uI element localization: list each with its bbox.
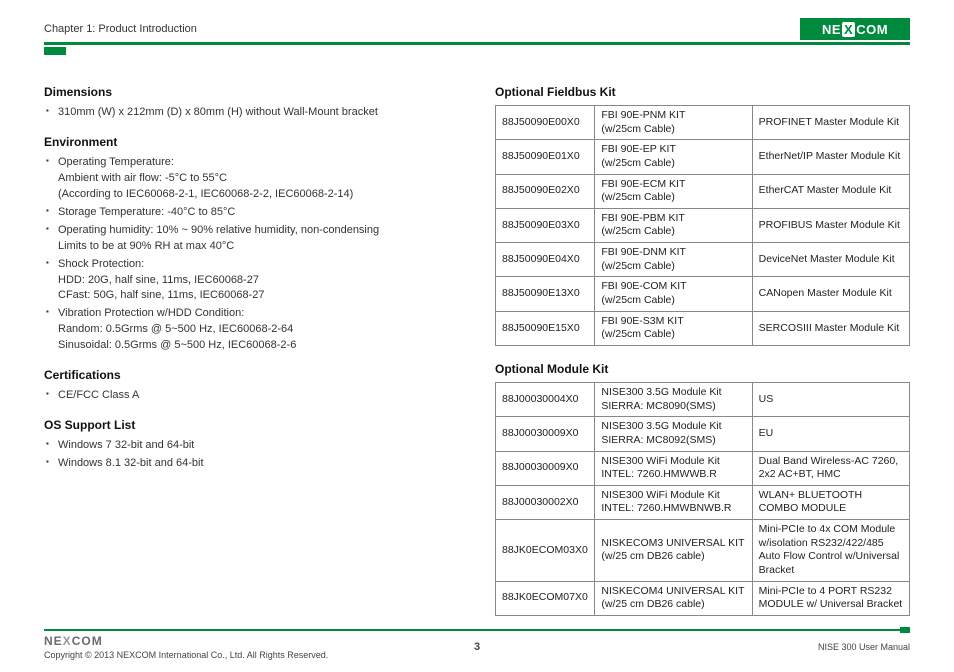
footer-row: NEXCOM Copyright © 2013 NEXCOM Internati… (44, 634, 910, 660)
table-cell: NISKECOM4 UNIVERSAL KIT (w/25 cm DB26 ca… (595, 581, 752, 615)
os-list: Windows 7 32-bit and 64-bit Windows 8.1 3… (44, 438, 459, 472)
header-divider (44, 42, 910, 45)
nexcom-logo-icon: NEXCOM (800, 18, 910, 40)
footer-logo-icon: NEXCOM (44, 634, 328, 648)
certifications-list: CE/FCC Class A (44, 388, 459, 404)
environment-list: Operating Temperature:Ambient with air f… (44, 155, 459, 354)
table-cell: 88J50090E04X0 (496, 243, 595, 277)
certifications-heading: Certifications (44, 368, 459, 382)
table-cell: PROFIBUS Master Module Kit (752, 208, 909, 242)
page-number: 3 (474, 641, 480, 653)
table-row: 88J50090E02X0FBI 90E-ECM KIT(w/25cm Cabl… (496, 174, 910, 208)
list-item: Shock Protection:HDD: 20G, half sine, 11… (44, 257, 459, 305)
table-cell: NISE300 3.5G Module KitSIERRA: MC8090(SM… (595, 382, 752, 416)
table-cell: NISE300 WiFi Module KitINTEL: 7260.HMWBN… (595, 485, 752, 519)
table-row: 88J00030009X0NISE300 WiFi Module KitINTE… (496, 451, 910, 485)
table-cell: 88J50090E15X0 (496, 311, 595, 345)
fieldbus-heading: Optional Fieldbus Kit (495, 85, 910, 99)
table-row: 88J50090E00X0FBI 90E-PNM KIT(w/25cm Cabl… (496, 106, 910, 140)
list-item: Windows 7 32-bit and 64-bit (44, 438, 459, 454)
list-item: CE/FCC Class A (44, 388, 459, 404)
table-cell: 88J50090E01X0 (496, 140, 595, 174)
table-row: 88J00030004X0NISE300 3.5G Module KitSIER… (496, 382, 910, 416)
list-item: Operating humidity: 10% ~ 90% relative h… (44, 223, 459, 255)
environment-heading: Environment (44, 135, 459, 149)
table-cell: NISKECOM3 UNIVERSAL KIT (w/25 cm DB26 ca… (595, 520, 752, 582)
table-cell: FBI 90E-COM KIT(w/25cm Cable) (595, 277, 752, 311)
page-footer: NEXCOM Copyright © 2013 NEXCOM Internati… (44, 629, 910, 660)
table-cell: PROFINET Master Module Kit (752, 106, 909, 140)
table-cell: DeviceNet Master Module Kit (752, 243, 909, 277)
table-cell: FBI 90E-ECM KIT(w/25cm Cable) (595, 174, 752, 208)
table-cell: 88J50090E00X0 (496, 106, 595, 140)
table-cell: Mini-PCIe to 4 PORT RS232 MODULE w/ Univ… (752, 581, 909, 615)
table-cell: US (752, 382, 909, 416)
table-cell: FBI 90E-PBM KIT(w/25cm Cable) (595, 208, 752, 242)
table-row: 88JK0ECOM03X0NISKECOM3 UNIVERSAL KIT (w/… (496, 520, 910, 582)
chapter-title: Chapter 1: Product Introduction (44, 23, 197, 35)
dimensions-list: 310mm (W) x 212mm (D) x 80mm (H) without… (44, 105, 459, 121)
dimensions-heading: Dimensions (44, 85, 459, 99)
table-cell: Dual Band Wireless-AC 7260, 2x2 AC+BT, H… (752, 451, 909, 485)
footer-divider (44, 629, 910, 631)
table-row: 88J50090E04X0FBI 90E-DNM KIT(w/25cm Cabl… (496, 243, 910, 277)
table-row: 88J50090E03X0FBI 90E-PBM KIT(w/25cm Cabl… (496, 208, 910, 242)
table-cell: Mini-PCIe to 4x COM Module w/isolation R… (752, 520, 909, 582)
table-row: 88J50090E01X0FBI 90E-EP KIT(w/25cm Cable… (496, 140, 910, 174)
list-item: Operating Temperature:Ambient with air f… (44, 155, 459, 203)
page-header: Chapter 1: Product Introduction NEXCOM (44, 18, 910, 40)
module-table: 88J00030004X0NISE300 3.5G Module KitSIER… (495, 382, 910, 616)
os-heading: OS Support List (44, 418, 459, 432)
table-cell: 88J50090E13X0 (496, 277, 595, 311)
table-cell: 88J00030009X0 (496, 451, 595, 485)
table-cell: 88J00030002X0 (496, 485, 595, 519)
table-row: 88J50090E13X0FBI 90E-COM KIT(w/25cm Cabl… (496, 277, 910, 311)
list-item: Windows 8.1 32-bit and 64-bit (44, 456, 459, 472)
table-cell: NISE300 3.5G Module KitSIERRA: MC8092(SM… (595, 417, 752, 451)
table-row: 88J00030002X0NISE300 WiFi Module KitINTE… (496, 485, 910, 519)
table-cell: 88J50090E02X0 (496, 174, 595, 208)
table-row: 88J00030009X0NISE300 3.5G Module KitSIER… (496, 417, 910, 451)
content-columns: Dimensions 310mm (W) x 212mm (D) x 80mm … (44, 85, 910, 632)
table-cell: FBI 90E-EP KIT(w/25cm Cable) (595, 140, 752, 174)
table-row: 88J50090E15X0FBI 90E-S3M KIT(w/25cm Cabl… (496, 311, 910, 345)
list-item: Storage Temperature: -40°C to 85°C (44, 205, 459, 221)
left-column: Dimensions 310mm (W) x 212mm (D) x 80mm … (44, 85, 459, 632)
table-cell: SERCOSIII Master Module Kit (752, 311, 909, 345)
fieldbus-table: 88J50090E00X0FBI 90E-PNM KIT(w/25cm Cabl… (495, 105, 910, 346)
table-cell: FBI 90E-S3M KIT(w/25cm Cable) (595, 311, 752, 345)
table-cell: WLAN+ BLUETOOTH COMBO MODULE (752, 485, 909, 519)
table-cell: FBI 90E-PNM KIT(w/25cm Cable) (595, 106, 752, 140)
table-cell: FBI 90E-DNM KIT(w/25cm Cable) (595, 243, 752, 277)
table-cell: 88J50090E03X0 (496, 208, 595, 242)
table-cell: EU (752, 417, 909, 451)
copyright-text: Copyright © 2013 NEXCOM International Co… (44, 650, 328, 660)
table-cell: 88JK0ECOM03X0 (496, 520, 595, 582)
header-accent-block (44, 47, 66, 55)
table-cell: EtherNet/IP Master Module Kit (752, 140, 909, 174)
table-row: 88JK0ECOM07X0NISKECOM4 UNIVERSAL KIT (w/… (496, 581, 910, 615)
table-cell: EtherCAT Master Module Kit (752, 174, 909, 208)
table-cell: 88JK0ECOM07X0 (496, 581, 595, 615)
table-cell: CANopen Master Module Kit (752, 277, 909, 311)
table-cell: 88J00030009X0 (496, 417, 595, 451)
table-cell: NISE300 WiFi Module KitINTEL: 7260.HMWWB… (595, 451, 752, 485)
table-cell: 88J00030004X0 (496, 382, 595, 416)
right-column: Optional Fieldbus Kit 88J50090E00X0FBI 9… (495, 85, 910, 632)
list-item: 310mm (W) x 212mm (D) x 80mm (H) without… (44, 105, 459, 121)
module-heading: Optional Module Kit (495, 362, 910, 376)
manual-name: NISE 300 User Manual (818, 642, 910, 652)
list-item: Vibration Protection w/HDD Condition:Ran… (44, 306, 459, 354)
